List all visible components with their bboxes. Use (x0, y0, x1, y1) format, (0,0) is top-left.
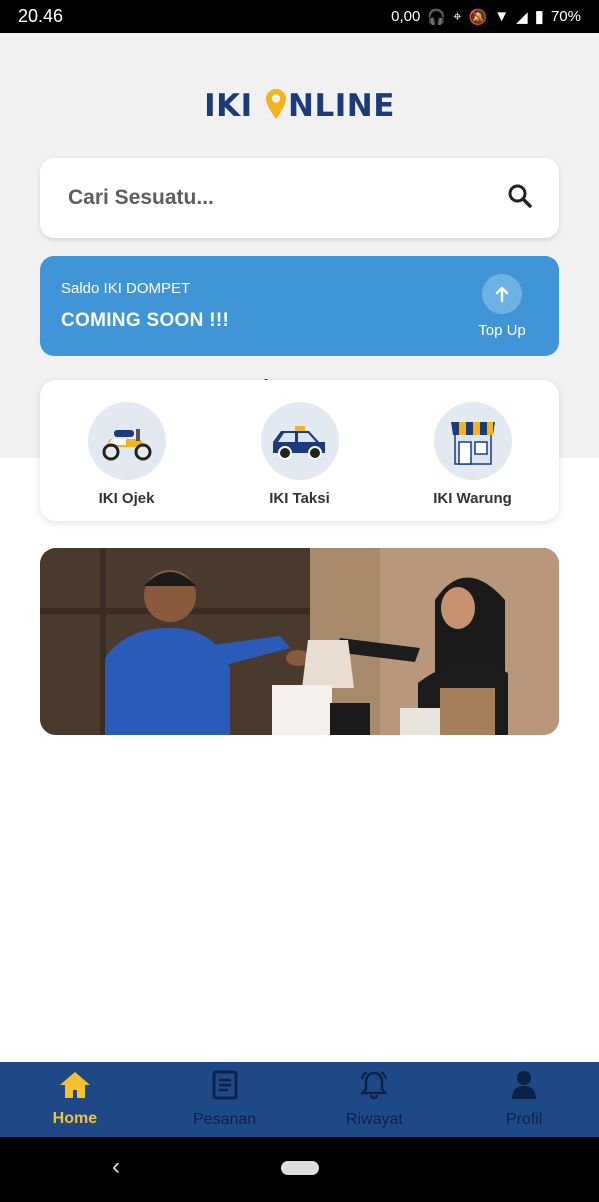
home-icon (59, 1071, 91, 1104)
search-icon[interactable] (507, 183, 533, 214)
service-iki-warung[interactable]: IKI Warung (403, 402, 543, 507)
nav-label: Riwayat (345, 1111, 403, 1128)
store-icon (433, 402, 512, 480)
motorcycle-icon (87, 402, 166, 480)
logo-text-right: NLINE (288, 88, 395, 124)
services-card: IKI Ojek IKI Taksi IKI Warung (40, 380, 559, 521)
user-icon (511, 1070, 537, 1105)
arrow-up-icon (482, 274, 522, 314)
wallet-card: Saldo IKI DOMPET COMING SOON !!! Top Up (40, 256, 559, 356)
search-input[interactable] (68, 186, 468, 210)
bottom-navigation: Home Pesanan Riwayat Profil (0, 1062, 599, 1137)
service-iki-taksi[interactable]: IKI Taksi (230, 402, 370, 507)
car-icon (260, 402, 339, 480)
service-label: IKI Taksi (269, 490, 330, 507)
nav-label: Pesanan (193, 1111, 257, 1128)
status-time: 20.46 (18, 6, 64, 26)
home-pill-button[interactable] (281, 1161, 319, 1175)
nav-riwayat[interactable]: Riwayat (314, 1070, 434, 1129)
battery-percent: 70% (550, 8, 581, 25)
top-up-label: Top Up (478, 322, 526, 339)
location-icon: ⌖ (453, 8, 462, 25)
wallet-label: Saldo IKI DOMPET (61, 280, 191, 297)
wifi-icon: ▼ (494, 8, 510, 25)
top-up-button[interactable]: Top Up (467, 274, 537, 339)
status-bar: 20.46 0,00 🎧 ⌖ 🔕 ▼ ◢ ▮ 70% (0, 0, 599, 33)
app-logo: IKI NLINE (0, 88, 599, 128)
nav-profil[interactable]: Profil (464, 1070, 584, 1129)
bell-icon (359, 1070, 389, 1105)
status-icons: 0,00 🎧 ⌖ 🔕 ▼ ◢ ▮ 70% (391, 7, 581, 27)
nav-label: Profil (505, 1111, 543, 1128)
nav-label: Home (52, 1110, 98, 1127)
wallet-balance: COMING SOON !!! (61, 310, 230, 331)
service-label: IKI Ojek (98, 490, 155, 507)
system-navigation-bar: ‹ (0, 1137, 599, 1202)
logo-text-left: IKI (204, 88, 265, 124)
location-pin-icon (265, 88, 287, 128)
nav-pesanan[interactable]: Pesanan (165, 1070, 285, 1129)
battery-icon: ▮ (534, 6, 544, 26)
service-label: IKI Warung (433, 490, 512, 507)
network-speed: 0,00 (391, 8, 421, 25)
promo-banner-image[interactable] (40, 548, 559, 735)
service-iki-ojek[interactable]: IKI Ojek (57, 402, 197, 507)
nav-home[interactable]: Home (15, 1071, 135, 1128)
search-bar[interactable] (40, 158, 559, 238)
document-icon (212, 1070, 238, 1105)
signal-icon: ◢ (516, 8, 528, 26)
headphones-icon: 🎧 (427, 8, 447, 26)
back-icon[interactable]: ‹ (112, 1153, 120, 1181)
mute-icon: 🔕 (468, 8, 488, 26)
